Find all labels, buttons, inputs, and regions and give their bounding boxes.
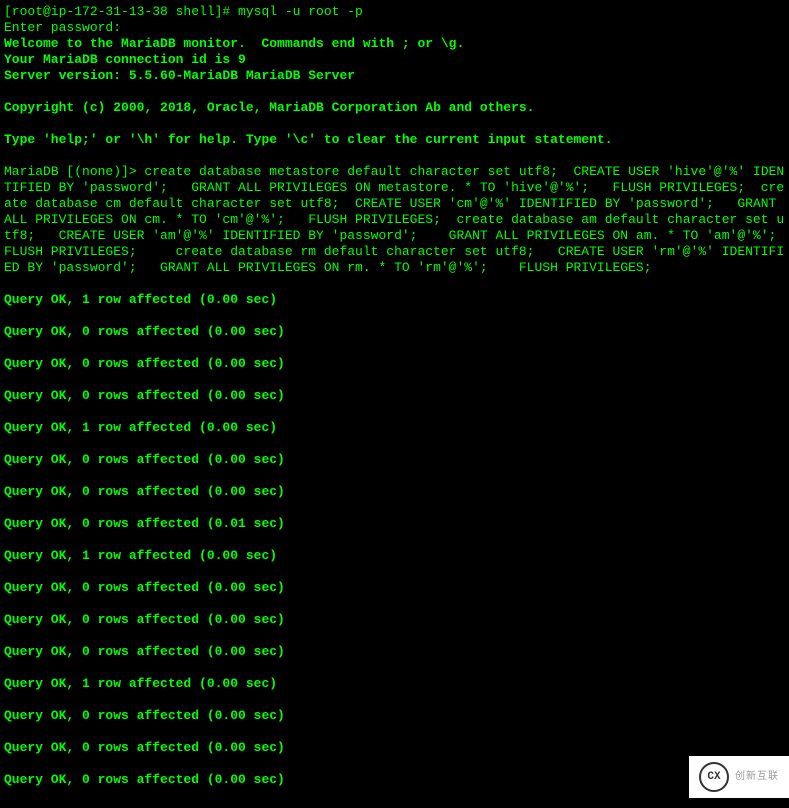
query-result: Query OK, 1 row affected (0.00 sec) (4, 292, 785, 308)
spacer (4, 148, 785, 164)
shell-prompt-line: [root@ip-172-31-13-38 shell]# mysql -u r… (4, 4, 785, 20)
spacer (4, 436, 785, 452)
query-result: Query OK, 0 rows affected (0.00 sec) (4, 612, 785, 628)
query-result: Query OK, 0 rows affected (0.00 sec) (4, 772, 785, 788)
spacer (4, 116, 785, 132)
spacer (4, 660, 785, 676)
query-result: Query OK, 0 rows affected (0.00 sec) (4, 452, 785, 468)
spacer (4, 564, 785, 580)
query-result: Query OK, 0 rows affected (0.00 sec) (4, 644, 785, 660)
enter-password-line: Enter password: (4, 20, 785, 36)
query-result: Query OK, 0 rows affected (0.01 sec) (4, 516, 785, 532)
query-result: Query OK, 0 rows affected (0.00 sec) (4, 484, 785, 500)
watermark-icon: CX (699, 762, 729, 792)
query-result: Query OK, 0 rows affected (0.00 sec) (4, 580, 785, 596)
spacer (4, 308, 785, 324)
watermark-label: 创新互联 (735, 769, 779, 785)
query-result: Query OK, 0 rows affected (0.00 sec) (4, 324, 785, 340)
spacer (4, 468, 785, 484)
spacer (4, 340, 785, 356)
query-result: Query OK, 0 rows affected (0.00 sec) (4, 388, 785, 404)
spacer (4, 84, 785, 100)
query-result: Query OK, 0 rows affected (0.00 sec) (4, 356, 785, 372)
spacer (4, 404, 785, 420)
spacer (4, 628, 785, 644)
spacer (4, 724, 785, 740)
spacer (4, 596, 785, 612)
query-result: Query OK, 0 rows affected (0.00 sec) (4, 740, 785, 756)
query-result: Query OK, 0 rows affected (0.00 sec) (4, 708, 785, 724)
server-version-line: Server version: 5.5.60-MariaDB MariaDB S… (4, 68, 785, 84)
welcome-line: Welcome to the MariaDB monitor. Commands… (4, 36, 785, 52)
watermark: CX 创新互联 (689, 756, 789, 798)
copyright-line: Copyright (c) 2000, 2018, Oracle, MariaD… (4, 100, 785, 116)
spacer (4, 532, 785, 548)
help-line: Type 'help;' or '\h' for help. Type '\c'… (4, 132, 785, 148)
spacer (4, 756, 785, 772)
sql-statements-block: MariaDB [(none)]> create database metast… (4, 164, 785, 276)
connection-id-line: Your MariaDB connection id is 9 (4, 52, 785, 68)
spacer (4, 692, 785, 708)
query-result: Query OK, 1 row affected (0.00 sec) (4, 548, 785, 564)
query-result: Query OK, 1 row affected (0.00 sec) (4, 420, 785, 436)
query-result: Query OK, 1 row affected (0.00 sec) (4, 676, 785, 692)
spacer (4, 276, 785, 292)
spacer (4, 372, 785, 388)
spacer (4, 500, 785, 516)
